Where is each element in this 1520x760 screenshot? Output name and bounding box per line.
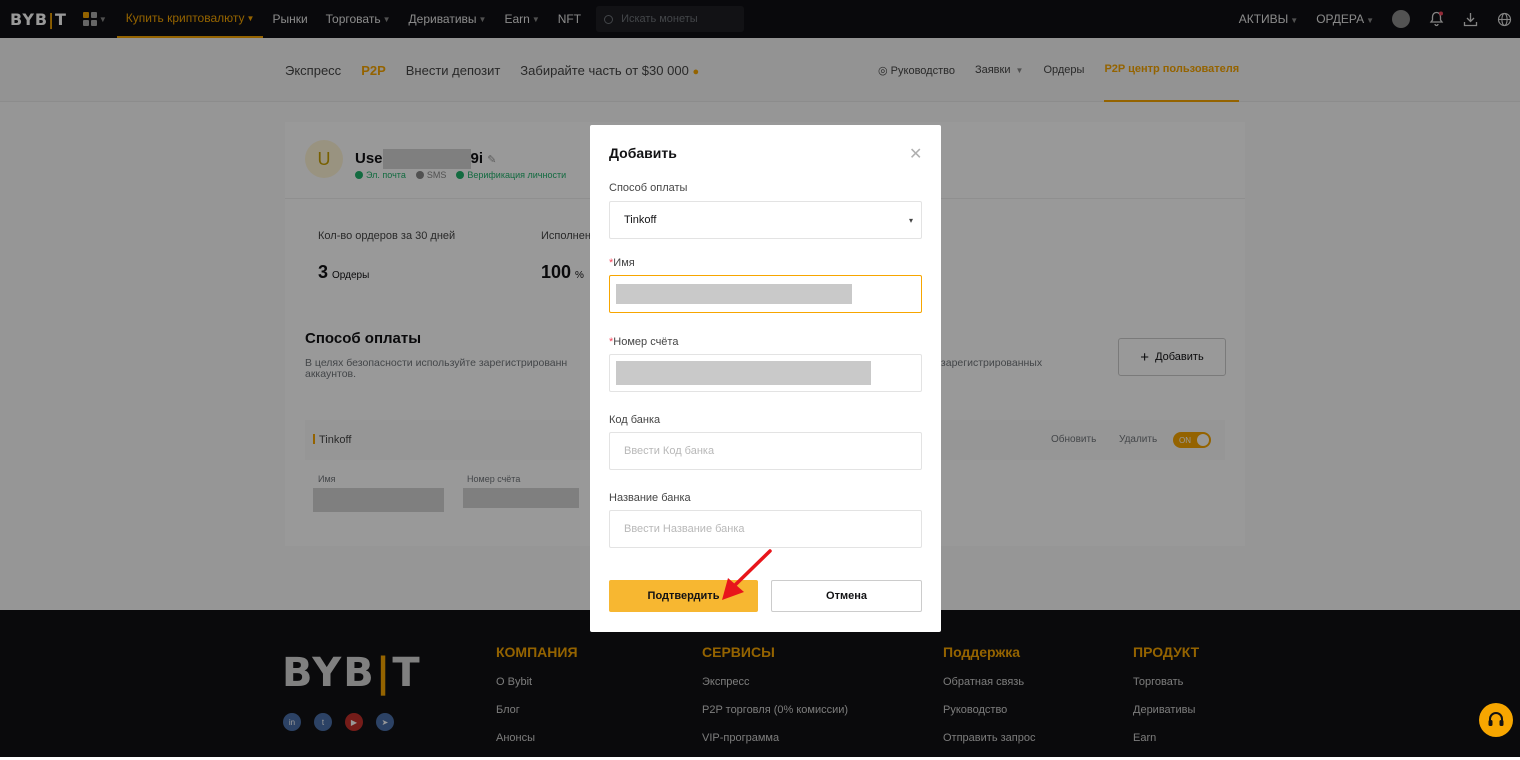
account-label: *Номер счёта: [609, 336, 679, 348]
method-label: Способ оплаты: [609, 182, 688, 194]
close-icon[interactable]: ✕: [909, 144, 922, 164]
bank-name-field[interactable]: Ввести Название банка: [609, 510, 922, 548]
redacted-name-input: [616, 284, 852, 304]
account-number-field[interactable]: [609, 354, 922, 392]
bank-code-label: Код банка: [609, 414, 661, 426]
bank-name-label: Название банка: [609, 492, 691, 504]
redacted-account-input: [616, 361, 871, 385]
support-chat-icon[interactable]: [1479, 703, 1513, 737]
modal-title: Добавить: [609, 145, 677, 161]
name-field[interactable]: [609, 275, 922, 313]
annotation-arrow-icon: [722, 549, 772, 600]
chevron-down-icon: ▾: [908, 216, 913, 225]
bank-code-field[interactable]: Ввести Код банка: [609, 432, 922, 470]
cancel-button[interactable]: Отмена: [771, 580, 922, 612]
name-label: *Имя: [609, 257, 635, 269]
payment-method-select[interactable]: Tinkoff ▾: [609, 201, 922, 239]
